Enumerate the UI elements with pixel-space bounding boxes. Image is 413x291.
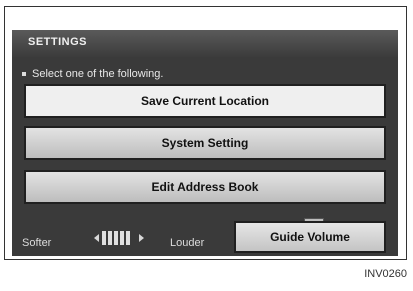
- bullet-icon: [22, 72, 26, 77]
- figure-code: INV0260: [364, 268, 407, 280]
- louder-label: Louder: [170, 237, 205, 249]
- volume-bar-icon[interactable]: [92, 228, 146, 248]
- edit-address-book-button[interactable]: Edit Address Book: [24, 170, 386, 204]
- save-current-location-button[interactable]: Save Current Location: [24, 84, 386, 118]
- instruction-text: Select one of the following.: [22, 68, 163, 80]
- settings-screen: SETTINGS Select one of the following. Sa…: [12, 30, 398, 256]
- system-setting-button[interactable]: System Setting: [24, 126, 386, 160]
- instruction-label: Select one of the following.: [32, 68, 164, 80]
- header-bar: SETTINGS: [12, 30, 398, 58]
- page-title: SETTINGS: [28, 36, 88, 48]
- softer-label: Softer: [22, 237, 52, 249]
- guide-volume-button[interactable]: Guide Volume: [234, 221, 386, 253]
